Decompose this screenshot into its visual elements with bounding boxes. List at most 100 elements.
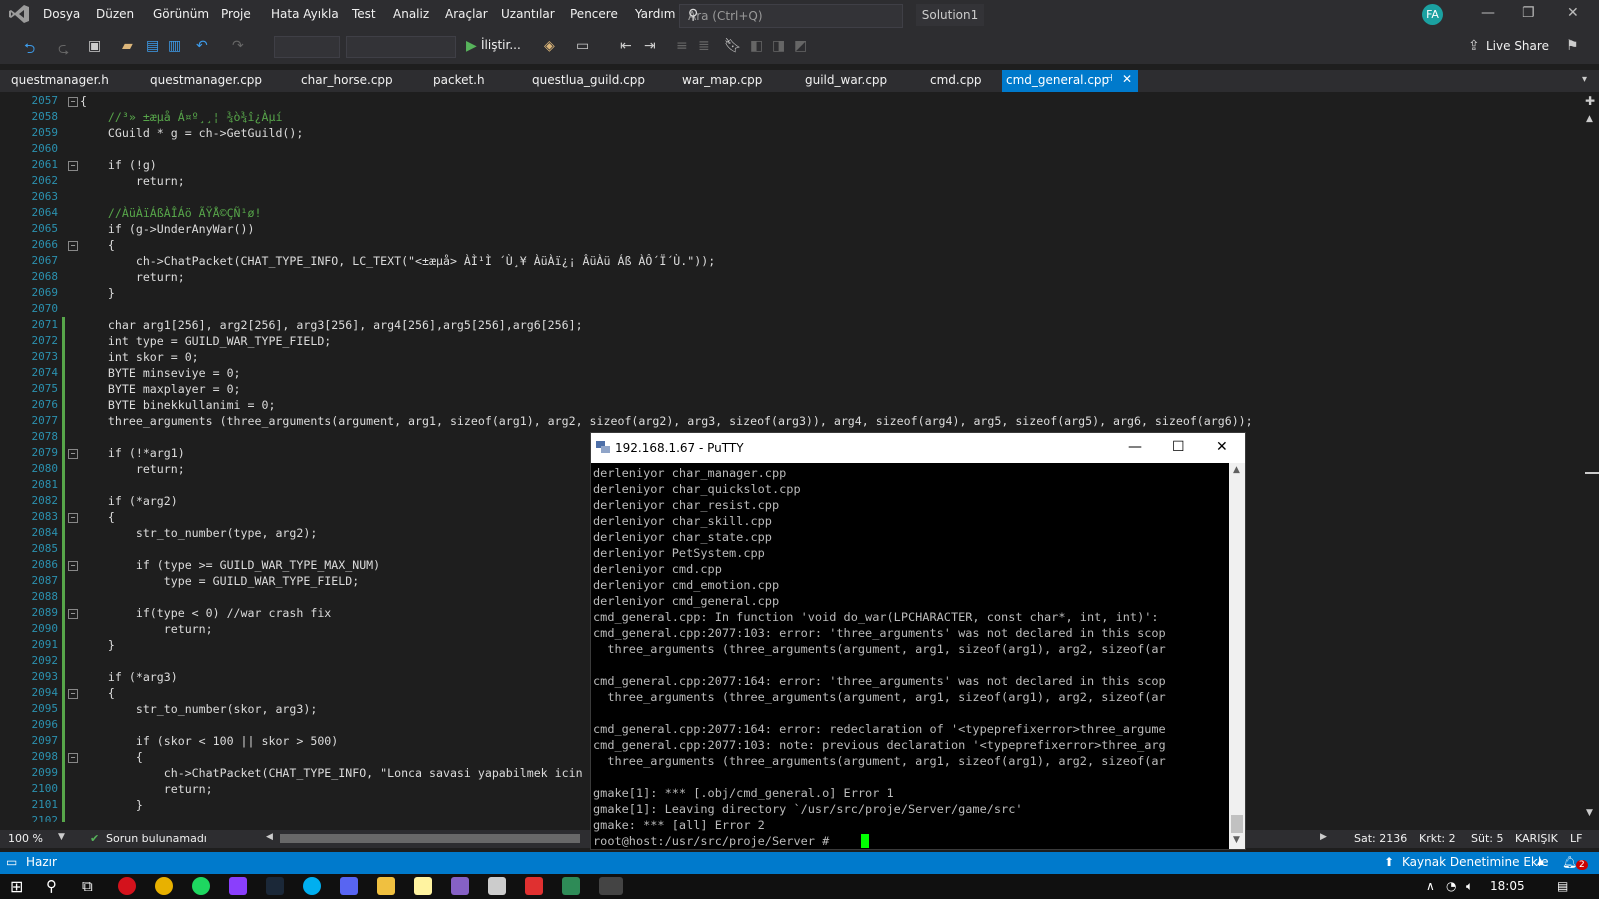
menu-item[interactable]: Yardım: [635, 7, 675, 21]
putty-scrollbar[interactable]: ▲ ▼: [1229, 463, 1245, 849]
code-line[interactable]: CGuild * g = ch->GetGuild();: [80, 125, 303, 141]
visual-studio-logo-icon[interactable]: [8, 4, 30, 24]
code-line[interactable]: BYTE maxplayer = 0;: [80, 381, 241, 397]
code-line[interactable]: BYTE binekkullanimi = 0;: [80, 397, 276, 413]
scroll-right-icon[interactable]: ▶: [1320, 832, 1327, 842]
putty-terminal[interactable]: derleniyor char_manager.cpp derleniyor ch…: [591, 463, 1229, 849]
search-box[interactable]: Ara (Ctrl+Q) ⚲: [679, 4, 903, 28]
clear-bookmarks-icon[interactable]: ◩: [794, 38, 807, 54]
menu-item[interactable]: Dosya: [43, 7, 80, 21]
menu-item[interactable]: Proje: [221, 7, 251, 21]
putty-minimize-icon[interactable]: —: [1128, 439, 1142, 455]
action-center-icon[interactable]: ▤: [1557, 879, 1568, 893]
minimize-icon[interactable]: —: [1481, 5, 1495, 21]
code-line[interactable]: if (type >= GUILD_WAR_TYPE_MAX_NUM): [80, 557, 380, 573]
fold-toggle-icon[interactable]: −: [68, 609, 78, 619]
fold-toggle-icon[interactable]: −: [68, 561, 78, 571]
document-tab[interactable]: packet.h: [433, 73, 485, 87]
filezilla-icon[interactable]: [525, 877, 543, 895]
code-line[interactable]: if (*arg3): [80, 669, 178, 685]
tab-overflow-icon[interactable]: ▾: [1582, 74, 1587, 85]
wifi-icon[interactable]: ◔: [1446, 879, 1456, 893]
source-control-button[interactable]: Kaynak Denetimine Ekle: [1402, 855, 1549, 869]
document-tab[interactable]: questmanager.cpp: [150, 73, 262, 87]
code-line[interactable]: }: [80, 285, 115, 301]
undo-icon[interactable]: ↶: [196, 38, 208, 54]
code-line[interactable]: str_to_number(type, arg2);: [80, 525, 318, 541]
file-explorer-icon[interactable]: [377, 877, 395, 895]
split-icon[interactable]: ✚: [1585, 94, 1595, 108]
fold-toggle-icon[interactable]: −: [68, 449, 78, 459]
pin-icon[interactable]: ⊣: [1104, 73, 1113, 84]
menu-item[interactable]: Hata Ayıkla: [271, 7, 339, 21]
fold-toggle-icon[interactable]: −: [68, 161, 78, 171]
opera-icon[interactable]: [118, 877, 136, 895]
code-line[interactable]: if (*arg2): [80, 493, 178, 509]
menu-item[interactable]: Düzen: [96, 7, 134, 21]
save-all-icon[interactable]: ▥: [168, 38, 181, 54]
scroll-left-icon[interactable]: ◀: [266, 832, 273, 842]
skype-icon[interactable]: [303, 877, 321, 895]
volume-icon[interactable]: 🔈︎: [1466, 879, 1473, 894]
back-icon[interactable]: ⮌: [24, 38, 35, 62]
putty-close-icon[interactable]: ✕: [1216, 439, 1228, 455]
avatar[interactable]: FA: [1422, 4, 1443, 25]
steam-icon[interactable]: [266, 877, 284, 895]
code-line[interactable]: return;: [80, 461, 185, 477]
task-view-icon[interactable]: ⧉: [82, 877, 93, 895]
winscp-icon[interactable]: [562, 877, 580, 895]
menu-item[interactable]: Pencere: [570, 7, 618, 21]
code-line[interactable]: return;: [80, 173, 185, 189]
code-line[interactable]: {: [80, 509, 115, 525]
putty-scroll-up-icon[interactable]: ▲: [1233, 465, 1240, 475]
menu-item[interactable]: Test: [352, 7, 376, 21]
chrome-icon[interactable]: [155, 877, 173, 895]
code-line[interactable]: if (skor < 100 || skor > 500): [80, 733, 338, 749]
scroll-up-icon[interactable]: ▲: [1586, 114, 1593, 124]
code-line[interactable]: return;: [80, 781, 213, 797]
code-line[interactable]: //³» ±æµå Á¤º¸¸¦ ¾ò¾î¿Àµí: [80, 109, 283, 125]
putty-title-bar[interactable]: 192.168.1.67 - PuTTY — ☐ ✕: [591, 433, 1245, 463]
new-project-icon[interactable]: ▣: [88, 38, 101, 54]
code-line[interactable]: three_arguments (three_arguments(argumen…: [80, 413, 1253, 429]
putty-maximize-icon[interactable]: ☐: [1172, 439, 1185, 455]
horizontal-scrollbar[interactable]: [280, 834, 580, 843]
fold-toggle-icon[interactable]: −: [68, 513, 78, 523]
code-line[interactable]: if (!g): [80, 157, 157, 173]
live-share-icon[interactable]: ⇪: [1468, 38, 1480, 54]
windows-start-icon[interactable]: ⊞: [10, 877, 23, 896]
document-tab[interactable]: cmd.cpp: [930, 73, 982, 87]
fold-toggle-icon[interactable]: −: [68, 97, 78, 107]
notepad-icon[interactable]: [414, 877, 432, 895]
search-icon[interactable]: ⚲: [46, 877, 57, 895]
code-line[interactable]: {: [80, 93, 87, 109]
code-line[interactable]: ch->ChatPacket(CHAT_TYPE_INFO, LC_TEXT("…: [80, 253, 715, 269]
attach-button[interactable]: İliştir...: [481, 38, 521, 52]
putty-scroll-thumb[interactable]: [1231, 815, 1243, 833]
search-icon[interactable]: ⚲: [688, 7, 896, 23]
solution-config-select[interactable]: [274, 36, 340, 58]
code-line[interactable]: if (!*arg1): [80, 445, 185, 461]
putty-taskbar-icon[interactable]: [599, 877, 623, 895]
code-line[interactable]: return;: [80, 269, 185, 285]
output-icon[interactable]: ▭: [6, 855, 17, 869]
eol-indicator[interactable]: LF: [1570, 832, 1582, 845]
zoom-level[interactable]: 100 %: [8, 832, 43, 845]
document-tab[interactable]: war_map.cpp: [682, 73, 762, 87]
putty-scroll-down-icon[interactable]: ▼: [1233, 835, 1240, 845]
visual-studio-icon[interactable]: [451, 877, 469, 895]
document-tab[interactable]: questmanager.h: [11, 73, 109, 87]
document-tab[interactable]: char_horse.cpp: [301, 73, 393, 87]
code-line[interactable]: if(type < 0) //war crash fix: [80, 605, 331, 621]
vertical-scrollbar[interactable]: ✚ ▲ ▼: [1582, 92, 1599, 822]
twitch-icon[interactable]: [229, 877, 247, 895]
code-line[interactable]: {: [80, 685, 115, 701]
caret-up-icon[interactable]: ▲: [1537, 857, 1544, 867]
close-tab-icon[interactable]: ✕: [1122, 72, 1132, 86]
device-icon[interactable]: ▭: [576, 38, 589, 54]
code-line[interactable]: //ÀüÀïÁßÀÎÁö ÃŸÅ©ÇÑ¹ø!: [80, 205, 262, 221]
redo-icon[interactable]: ↷: [232, 38, 244, 54]
close-icon[interactable]: ✕: [1567, 5, 1579, 21]
prev-bookmark-icon[interactable]: ◧: [750, 38, 763, 54]
step-into-icon[interactable]: ⇥: [644, 38, 656, 54]
